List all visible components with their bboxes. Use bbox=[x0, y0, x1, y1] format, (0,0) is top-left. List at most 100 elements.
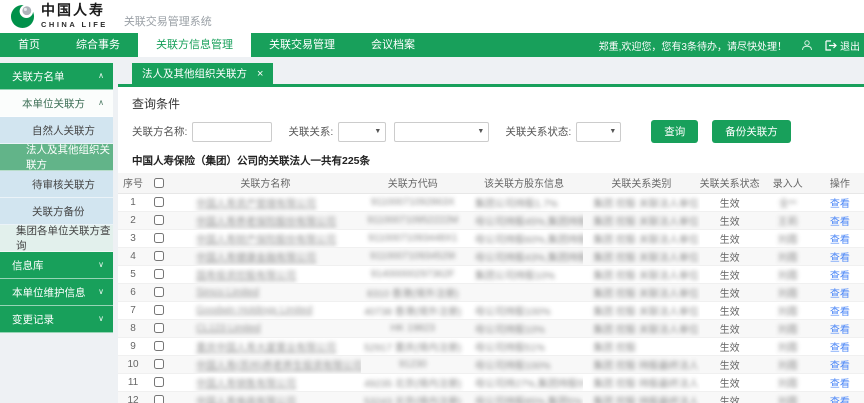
shareholder-info: 母公司持股100% bbox=[475, 361, 551, 372]
party-name-link[interactable]: CL123 Limited bbox=[196, 323, 260, 334]
view-link[interactable]: 查看 bbox=[830, 379, 850, 390]
row-checkbox[interactable] bbox=[154, 269, 164, 279]
view-link[interactable]: 查看 bbox=[830, 235, 850, 246]
party-name-link[interactable]: 中国人寿电商有限公司 bbox=[196, 397, 296, 403]
party-name-link[interactable]: 重庆中国人寿大厦置业有限公司 bbox=[196, 343, 336, 354]
row-number: 11 bbox=[128, 377, 138, 388]
relation-status: 生效 bbox=[720, 289, 740, 300]
party-name-link[interactable]: Simco Limited bbox=[196, 287, 259, 298]
party-name-link[interactable]: 中国人寿养老保险股份有限公司 bbox=[196, 217, 336, 228]
view-link[interactable]: 查看 bbox=[830, 199, 850, 210]
row-number: 5 bbox=[130, 269, 136, 280]
shareholder-info: 母公司持27%,集团持股5% bbox=[475, 379, 583, 390]
dropdown-arrow-icon: ▼ bbox=[374, 128, 381, 135]
chevron-up-icon: ∧ bbox=[98, 99, 104, 107]
row-checkbox[interactable] bbox=[154, 377, 164, 387]
row-checkbox[interactable] bbox=[154, 233, 164, 243]
row-checkbox[interactable] bbox=[154, 395, 164, 403]
party-name-link[interactable]: Goodwin Holdings Limited bbox=[196, 305, 312, 316]
select-all-checkbox[interactable] bbox=[154, 178, 164, 188]
entered-by: 刘霞 bbox=[778, 235, 798, 246]
row-checkbox[interactable] bbox=[154, 197, 164, 207]
logout-icon bbox=[825, 40, 837, 51]
row-checkbox[interactable] bbox=[154, 341, 164, 351]
party-name-link[interactable]: 中国人寿销售有限公司 bbox=[196, 379, 296, 390]
nav-item-link[interactable]: 会议档案 bbox=[353, 33, 433, 57]
sidebar-item[interactable]: 法人及其他组织关联方 bbox=[0, 144, 113, 171]
view-link[interactable]: 查看 bbox=[830, 253, 850, 264]
shareholder-info: 母公司持股10% bbox=[475, 325, 545, 336]
sidebar-item[interactable]: 关联方名单∧ bbox=[0, 63, 113, 90]
search-button[interactable]: 查询 bbox=[651, 120, 698, 143]
shareholder-info: 集团公司持股1.7% bbox=[475, 199, 558, 210]
row-checkbox[interactable] bbox=[154, 215, 164, 225]
party-name-link[interactable]: 中国人寿健康金融有限公司 bbox=[196, 253, 316, 264]
row-checkbox[interactable] bbox=[154, 287, 164, 297]
entered-by: 刘霞 bbox=[778, 361, 798, 372]
relation-status-select[interactable]: ▼ bbox=[576, 122, 621, 142]
party-code: 49235 北京(境内注册) bbox=[364, 379, 461, 390]
view-link[interactable]: 查看 bbox=[830, 289, 850, 300]
party-name-link[interactable]: 中国人寿资产管理有限公司 bbox=[196, 199, 316, 210]
view-link[interactable]: 查看 bbox=[830, 343, 850, 354]
sidebar-item[interactable]: 本单位关联方 ∧ bbox=[0, 90, 113, 117]
relation-category: 集团 控股 关联法人单位 bbox=[593, 325, 699, 336]
relation-category: 集团 控股 关联法人单位 bbox=[593, 271, 699, 282]
row-checkbox[interactable] bbox=[154, 305, 164, 315]
row-checkbox[interactable] bbox=[154, 323, 164, 333]
logout-button[interactable]: 退出 bbox=[825, 38, 860, 53]
chevron-down-icon: ∨ bbox=[98, 261, 104, 269]
relation-sub-select[interactable]: ▼ bbox=[394, 122, 489, 142]
row-number: 4 bbox=[130, 251, 136, 262]
party-code: 40738 香港(境外注册) bbox=[364, 307, 461, 318]
relation-category: 集团 控股 关联法人单位 bbox=[593, 235, 699, 246]
party-code: 52917 重庆(境内注册) bbox=[364, 343, 461, 354]
column-header: 关联方代码 bbox=[361, 173, 465, 193]
main-content: 法人及其他组织关联方 × 查询条件 关联方名称: 关联关系: ▼ ▼ 关联关系状… bbox=[118, 63, 864, 403]
sidebar-item[interactable]: 集团各单位关联方查询 bbox=[0, 225, 113, 252]
party-code: HK 19823 bbox=[391, 323, 435, 334]
view-link[interactable]: 查看 bbox=[830, 397, 850, 403]
sidebar-item[interactable]: 关联方备份 bbox=[0, 198, 113, 225]
view-link[interactable]: 查看 bbox=[830, 271, 850, 282]
close-icon[interactable]: × bbox=[257, 68, 263, 80]
tab-bar: 法人及其他组织关联方 × bbox=[118, 63, 864, 87]
row-checkbox[interactable] bbox=[154, 251, 164, 261]
view-link[interactable]: 查看 bbox=[830, 361, 850, 372]
sidebar-item-label: 本单位关联方 bbox=[22, 96, 85, 111]
sidebar-item[interactable]: 本单位维护信息∨ bbox=[0, 279, 113, 306]
table-header-row: 序号关联方名称关联方代码该关联方股东信息关联关系类别关联关系状态录入人操作 bbox=[118, 173, 864, 193]
sidebar-item[interactable]: 自然人关联方 bbox=[0, 117, 113, 144]
logo-cn: 中国人寿 bbox=[41, 5, 108, 19]
nav-item-link[interactable]: 首页 bbox=[0, 33, 58, 57]
party-name-link[interactable]: 国寿投资控股有限公司 bbox=[196, 271, 296, 282]
sidebar-item[interactable]: 信息库∨ bbox=[0, 252, 113, 279]
user-icon[interactable] bbox=[801, 39, 813, 51]
entered-by: 全** bbox=[779, 199, 797, 210]
nav-item-link[interactable]: 关联交易管理 bbox=[251, 33, 353, 57]
shareholder-info: 母公司持股43%,集团持股75.1% bbox=[475, 253, 583, 264]
view-link[interactable]: 查看 bbox=[830, 307, 850, 318]
nav-item-active[interactable]: 关联方信息管理 bbox=[138, 33, 251, 57]
backup-related-party-button[interactable]: 备份关联方 bbox=[712, 120, 791, 143]
entered-by: 刘霞 bbox=[778, 253, 798, 264]
view-link[interactable]: 查看 bbox=[830, 325, 850, 336]
sidebar-item[interactable]: 待审核关联方 bbox=[0, 171, 113, 198]
nav-item-link[interactable]: 综合事务 bbox=[58, 33, 138, 57]
party-name-link[interactable]: 中国人寿(苏州)养老养生投资有限公司 bbox=[196, 361, 361, 372]
party-code: 91100071092863X bbox=[371, 197, 455, 208]
party-name-link[interactable]: 中国人寿财产保险股份有限公司 bbox=[196, 235, 336, 246]
row-checkbox[interactable] bbox=[154, 359, 164, 369]
column-header: 操作 bbox=[816, 173, 864, 193]
table-row: 4中国人寿健康金融有限公司911000710934529I母公司持股43%,集团… bbox=[118, 247, 864, 265]
party-name-input[interactable] bbox=[192, 122, 272, 142]
relation-category: 集团 控股 持股最终法人 bbox=[593, 379, 699, 390]
relation-category: 集团 控股 持股最终法人 bbox=[593, 361, 699, 372]
entered-by: 刘霞 bbox=[778, 271, 798, 282]
relation-status: 生效 bbox=[720, 325, 740, 336]
relation-select[interactable]: ▼ bbox=[338, 122, 386, 142]
navbar-right: 郑重,欢迎您，您有3条待办，请尽快处理！ 退出 bbox=[599, 33, 864, 57]
view-link[interactable]: 查看 bbox=[830, 217, 850, 228]
sidebar-item[interactable]: 变更记录∨ bbox=[0, 306, 113, 333]
tab-legal-person-related-party[interactable]: 法人及其他组织关联方 × bbox=[132, 63, 273, 84]
